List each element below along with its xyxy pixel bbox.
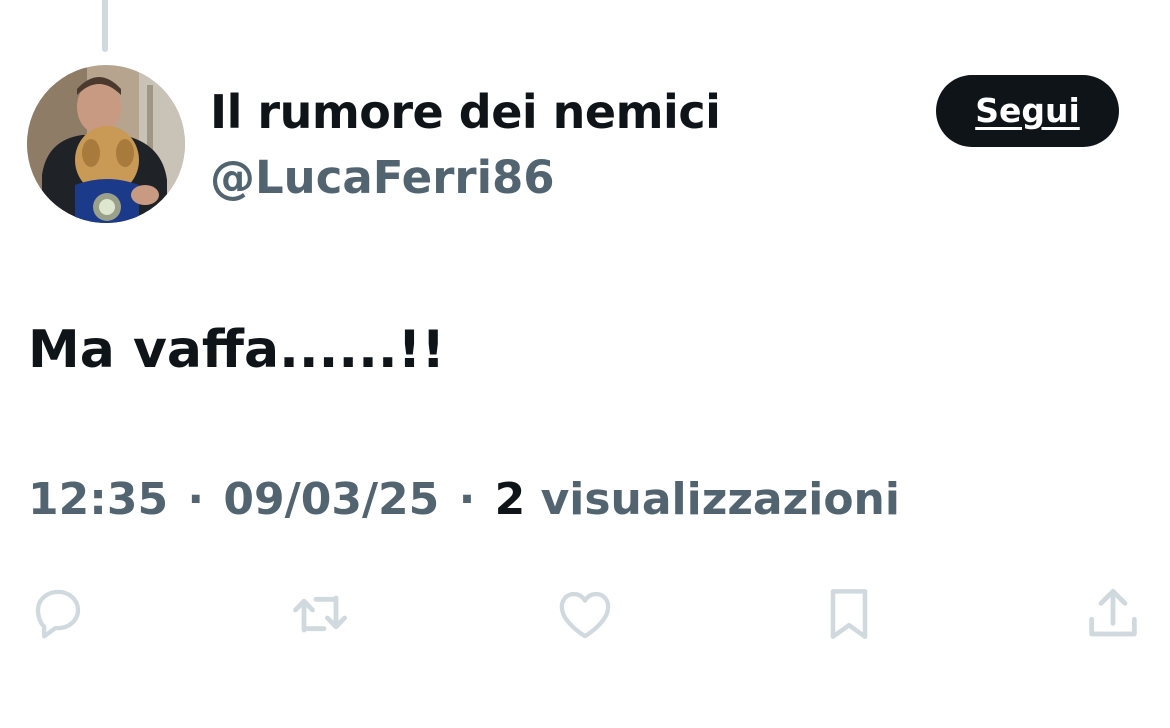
like-button[interactable]	[553, 582, 617, 646]
tweet-actions-bar	[0, 582, 1170, 648]
share-button[interactable]	[1081, 582, 1145, 646]
views-label: visualizzazioni	[540, 474, 900, 525]
share-icon	[1089, 588, 1137, 637]
reply-button[interactable]	[26, 582, 90, 646]
avatar-photo	[27, 65, 185, 223]
retweet-button[interactable]	[288, 582, 352, 646]
tweet-date[interactable]: 09/03/25	[223, 474, 439, 525]
tweet-time[interactable]: 12:35	[28, 474, 168, 525]
author-handle[interactable]: @LucaFerri86	[210, 148, 555, 208]
tweet-metadata: 12:35 · 09/03/25 · 2 visualizzazioni	[28, 470, 900, 530]
meta-separator: ·	[443, 474, 491, 525]
like-icon	[559, 591, 611, 639]
meta-separator: ·	[172, 474, 220, 525]
bookmark-icon	[830, 589, 868, 639]
retweet-icon	[293, 595, 347, 633]
author-avatar[interactable]	[27, 65, 185, 223]
thread-connector-line	[102, 0, 108, 52]
author-display-name[interactable]: Il rumore dei nemici	[210, 82, 721, 142]
reply-icon	[35, 589, 81, 639]
bookmark-button[interactable]	[817, 582, 881, 646]
tweet-text: Ma vaffa......!!	[28, 320, 446, 380]
follow-button[interactable]: Segui	[936, 75, 1119, 147]
views-count: 2	[494, 474, 526, 525]
